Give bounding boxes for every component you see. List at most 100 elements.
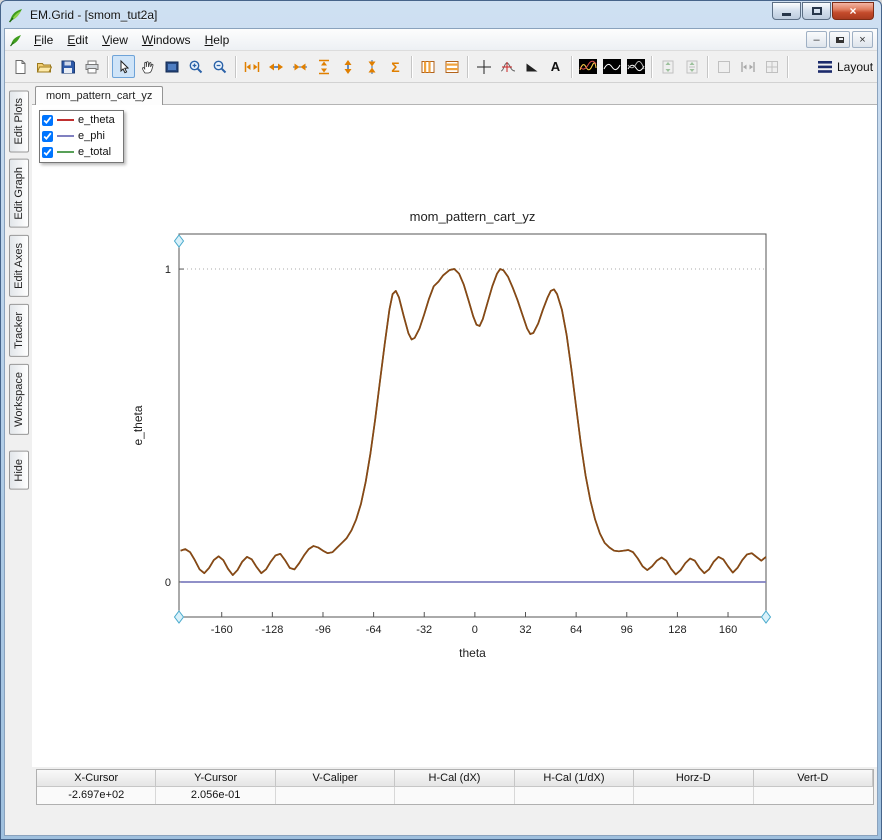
axes-options-button[interactable] [760, 55, 783, 78]
zoom-window-icon [164, 59, 180, 75]
mdi-minimize-button[interactable]: – [806, 31, 827, 48]
plot-style-single-button[interactable] [600, 55, 623, 78]
y-tick-label: 0 [165, 577, 171, 589]
toolbar-separator [707, 56, 708, 78]
window-controls: × [772, 2, 874, 20]
close-button[interactable]: × [832, 2, 874, 20]
menu-edit[interactable]: Edit [60, 31, 95, 49]
expand-y-button[interactable] [312, 55, 335, 78]
shrink-y-icon [364, 59, 380, 75]
slope-caliper-button[interactable] [520, 55, 543, 78]
legend-line-sample [57, 119, 74, 121]
toolbar-separator [571, 56, 572, 78]
x-axis-label: theta [459, 646, 486, 660]
menu-windows[interactable]: Windows [135, 31, 198, 49]
crosshair-icon [476, 59, 492, 75]
legend-checkbox-e-theta[interactable] [42, 115, 53, 126]
link-axes-icon [716, 59, 732, 75]
stretch-y-icon [340, 59, 356, 75]
toolbar: Σ A Layout [5, 51, 877, 83]
text-annotation-button[interactable]: A [544, 55, 567, 78]
side-tab-workspace[interactable]: Workspace [9, 364, 29, 435]
plot-style-multi-button[interactable] [576, 55, 599, 78]
title-bar[interactable]: EM.Grid - [smom_tut2a] × [4, 1, 878, 28]
print-button[interactable] [80, 55, 103, 78]
side-tab-edit-axes[interactable]: Edit Axes [9, 235, 29, 297]
menu-file[interactable]: File [27, 31, 60, 49]
stretch-y-button[interactable] [336, 55, 359, 78]
bottom-spacer [32, 805, 877, 835]
pan-button[interactable] [136, 55, 159, 78]
layout-button[interactable]: Layout [818, 60, 874, 74]
mdi-close-button[interactable]: × [852, 31, 873, 48]
zoom-window-button[interactable] [160, 55, 183, 78]
window-title: EM.Grid - [smom_tut2a] [30, 8, 157, 22]
x-tick-label: -32 [416, 624, 432, 636]
x-tick-label: 160 [719, 624, 737, 636]
fit-horizontal-icon [740, 59, 756, 75]
side-tab-hide[interactable]: Hide [9, 451, 29, 490]
menu-bar: FileEditViewWindowsHelp – × [5, 29, 877, 51]
plot-style-single-icon [603, 59, 621, 74]
new-document-button[interactable] [8, 55, 31, 78]
shrink-y-button[interactable] [360, 55, 383, 78]
document-logo-icon [9, 33, 23, 47]
link-axes-button[interactable] [712, 55, 735, 78]
fit-vertical-alt-button[interactable] [680, 55, 703, 78]
autoscale-button[interactable]: Σ [384, 55, 407, 78]
expand-x-button[interactable] [240, 55, 263, 78]
mdi-restore-button[interactable] [829, 31, 850, 48]
open-file-button[interactable] [32, 55, 55, 78]
side-tab-edit-graph[interactable]: Edit Graph [9, 159, 29, 228]
minimize-icon [782, 13, 791, 16]
legend-checkbox-e-total[interactable] [42, 147, 53, 158]
layout-lines-icon [818, 60, 833, 74]
minimize-button[interactable] [772, 2, 801, 20]
x-tick-label: 32 [519, 624, 531, 636]
plot-area[interactable] [179, 234, 766, 617]
x-tick-label: -160 [211, 624, 233, 636]
zoom-out-button[interactable] [208, 55, 231, 78]
side-tab-edit-plots[interactable]: Edit Plots [9, 90, 29, 152]
legend-item-e-theta: e_theta [42, 112, 115, 128]
zoom-in-button[interactable] [184, 55, 207, 78]
x-tick-label: 64 [570, 624, 582, 636]
mdi-restore-icon [836, 37, 844, 43]
maximize-icon [812, 7, 822, 15]
status-value-horz-d [634, 787, 753, 804]
plot-style-dual-button[interactable] [624, 55, 647, 78]
stretch-x-button[interactable] [264, 55, 287, 78]
menu-view[interactable]: View [95, 31, 135, 49]
client-area: FileEditViewWindowsHelp – × [4, 28, 878, 836]
chart[interactable]: -160-128-96-64-32032649612816001mom_patt… [94, 189, 794, 669]
status-table: X-CursorY-CursorV-CaliperH-Cal (dX)H-Cal… [36, 769, 874, 805]
horizontal-grid-button[interactable] [440, 55, 463, 78]
maximize-button[interactable] [802, 2, 831, 20]
legend-checkbox-e-phi[interactable] [42, 131, 53, 142]
document-tab-bar: mom_pattern_cart_yz [32, 83, 877, 105]
status-value-h-cal-dx [395, 787, 514, 804]
plot-canvas[interactable]: e_thetae_phie_total -160-128-96-64-32032… [32, 105, 877, 767]
toolbar-separator [107, 56, 108, 78]
shrink-x-button[interactable] [288, 55, 311, 78]
legend-line-sample [57, 151, 74, 153]
status-bar: X-CursorY-CursorV-CaliperH-Cal (dX)H-Cal… [32, 767, 877, 805]
legend-box[interactable]: e_thetae_phie_total [39, 110, 124, 163]
side-tab-tracker[interactable]: Tracker [9, 304, 29, 357]
vertical-grid-button[interactable] [416, 55, 439, 78]
menu-help[interactable]: Help [198, 31, 237, 49]
axes-options-icon [764, 59, 780, 75]
crosshair-cursor-button[interactable] [472, 55, 495, 78]
tracker-button[interactable] [496, 55, 519, 78]
status-header-vert-d: Vert-D [754, 770, 873, 787]
save-file-button[interactable] [56, 55, 79, 78]
select-pointer-button[interactable] [112, 55, 135, 78]
toolbar-separator [411, 56, 412, 78]
fit-horizontal-button[interactable] [736, 55, 759, 78]
fit-vertical-button[interactable] [656, 55, 679, 78]
y-axis-label: e_theta [131, 405, 145, 445]
fit-vertical-alt-icon [684, 59, 700, 75]
document-tab[interactable]: mom_pattern_cart_yz [35, 86, 163, 105]
x-tick-label: 96 [621, 624, 633, 636]
slope-triangle-icon [524, 59, 540, 75]
